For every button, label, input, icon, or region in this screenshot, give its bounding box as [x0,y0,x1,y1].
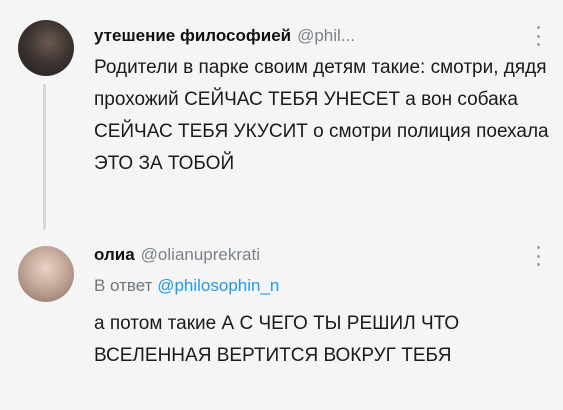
tweet-text: а потом такие А С ЧЕГО ТЫ РЕШИЛ ЧТО ВСЕЛ… [94,313,460,366]
tweet-header: утешение философией @phil... [94,26,355,46]
tweet-header: олиа @olianuprekrati [94,245,260,265]
author-handle[interactable]: @phil... [297,26,355,45]
tweet[interactable]: утешение философией @phil... Родители в п… [0,0,563,230]
reply-to-link[interactable]: @philosophin_n [157,276,279,295]
author-name[interactable]: олиа [94,245,135,264]
tweet-text: Родители в парке своим детям такие: смот… [94,57,549,174]
author-name[interactable]: утешение философией [94,26,291,45]
reply-context: В ответ @philosophin_n [94,276,279,296]
author-handle[interactable]: @olianuprekrati [141,245,260,264]
tweet[interactable]: олиа @olianuprekrati В ответ @philosophin… [0,230,563,410]
more-vertical-icon[interactable] [535,246,541,266]
avatar[interactable] [18,20,74,76]
reply-prefix: В ответ [94,276,153,295]
more-vertical-icon[interactable] [535,26,541,46]
avatar[interactable] [18,246,74,302]
